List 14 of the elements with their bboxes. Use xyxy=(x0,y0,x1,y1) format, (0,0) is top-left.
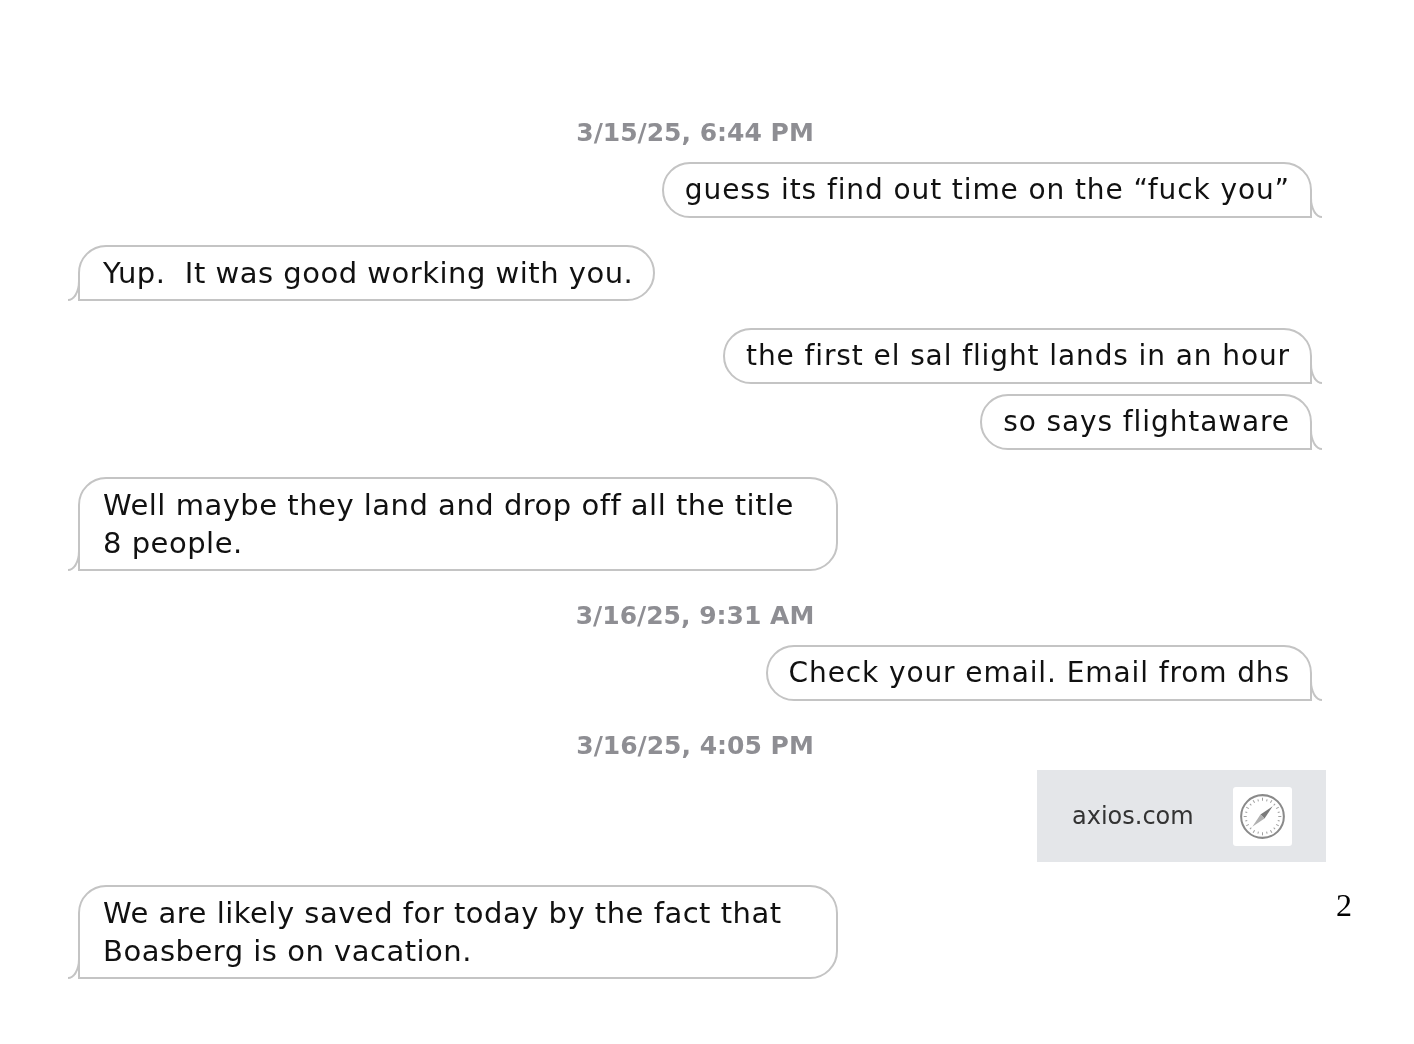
link-preview-card[interactable]: axios.com xyxy=(1037,770,1326,862)
compass-icon xyxy=(1233,786,1292,846)
link-domain: axios.com xyxy=(1072,801,1194,832)
message-bubble: Well maybe they land and drop off all the title 8 people. xyxy=(68,477,838,571)
message-bubble: guess its find out time on the “fuck you” xyxy=(661,162,1322,218)
message-bubble: Check your email. Email from dhs xyxy=(765,645,1322,701)
message-bubble: the first el sal flight lands in an hour xyxy=(723,328,1322,384)
message-bubble: so says flightaware xyxy=(980,394,1322,450)
timestamp: 3/15/25, 6:44 PM xyxy=(576,118,814,148)
timestamp: 3/16/25, 4:05 PM xyxy=(576,731,814,761)
message-bubble: Yup. It was good working with you. xyxy=(68,245,656,301)
page-number: 2 xyxy=(1336,887,1352,923)
timestamp: 3/16/25, 9:31 AM xyxy=(575,601,815,631)
message-bubble: We are likely saved for today by the fact that Boasberg is on vacation. xyxy=(68,885,838,979)
